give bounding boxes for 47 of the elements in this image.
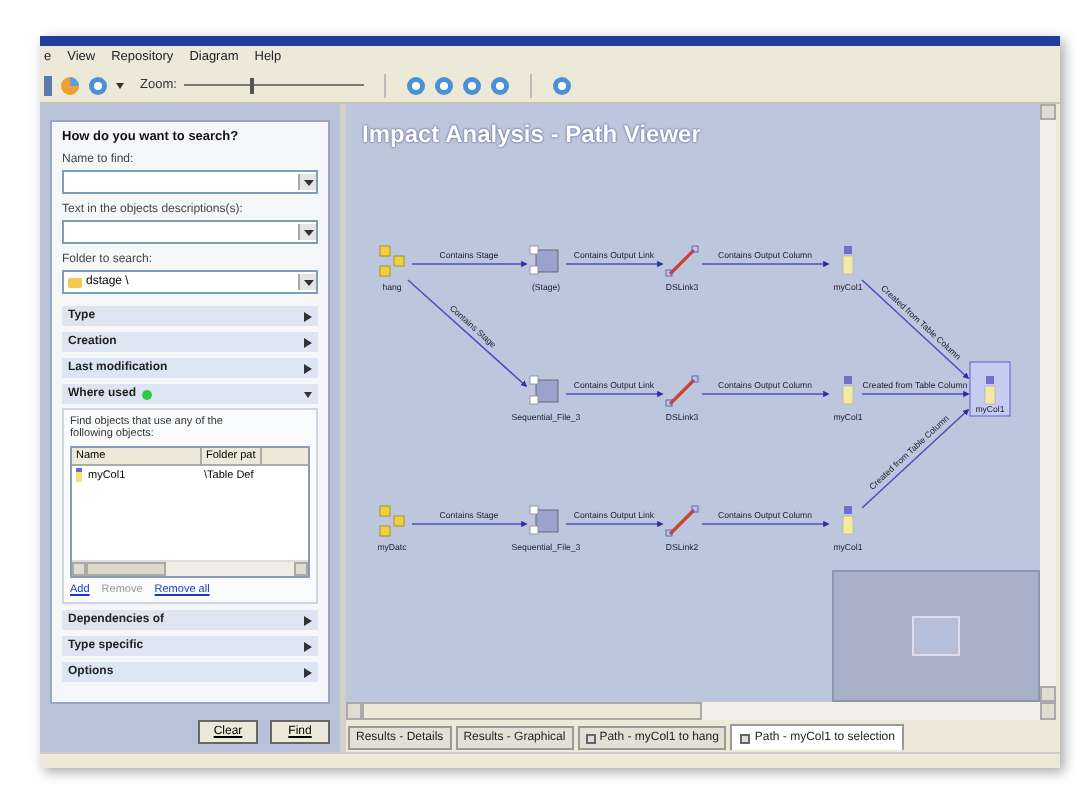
vertical-scrollbar[interactable] [1040, 104, 1056, 702]
column-icon [842, 246, 854, 275]
link-icon [665, 245, 699, 277]
combo-field[interactable] [62, 220, 318, 244]
caret-icon[interactable] [303, 179, 313, 185]
expander-icon[interactable] [304, 337, 312, 347]
expander-icon[interactable] [304, 667, 312, 677]
caret-icon[interactable] [303, 279, 313, 285]
close-icon[interactable] [740, 733, 751, 743]
horizontal-scrollbar[interactable] [346, 702, 1056, 720]
zoom-slider[interactable] [184, 77, 365, 93]
edge-arrow [565, 520, 664, 528]
node-icon [379, 245, 405, 277]
column-icon [76, 468, 82, 482]
stage-icon [529, 505, 559, 535]
expander-icon[interactable] [304, 311, 312, 321]
edge-arrow [701, 260, 830, 268]
toolbar-icon[interactable] [44, 75, 52, 95]
edge-arrow [701, 390, 830, 398]
edge-arrow [411, 260, 528, 268]
expander-icon[interactable] [304, 615, 312, 625]
link-icon [665, 375, 699, 407]
edge-arrow [565, 260, 664, 268]
expander-icon[interactable] [304, 389, 312, 399]
edge-arrow [701, 520, 830, 528]
caret-icon[interactable] [303, 229, 313, 235]
column-icon [842, 376, 854, 405]
edge-arrow [565, 390, 664, 398]
expander-icon[interactable] [304, 363, 312, 373]
pie-icon[interactable] [60, 75, 80, 95]
folder-icon [68, 277, 82, 287]
horizontal-scrollbar[interactable] [72, 560, 308, 576]
close-icon[interactable] [585, 733, 596, 743]
edge-arrow [411, 520, 528, 528]
toolbar-icon[interactable] [552, 75, 573, 95]
combo-field[interactable] [62, 170, 318, 194]
edge-arrow [861, 390, 970, 398]
column-icon [984, 376, 996, 405]
column-icon [842, 506, 854, 535]
stage-icon [529, 245, 559, 275]
expander-icon[interactable] [304, 641, 312, 651]
diagram-title: Impact Analysis - Path Viewer [362, 120, 701, 148]
toolbar-icon[interactable] [88, 75, 108, 95]
stage-icon [529, 375, 559, 405]
node-icon [379, 505, 405, 537]
link-icon [665, 505, 699, 537]
overview-thumbnail[interactable] [912, 616, 960, 656]
